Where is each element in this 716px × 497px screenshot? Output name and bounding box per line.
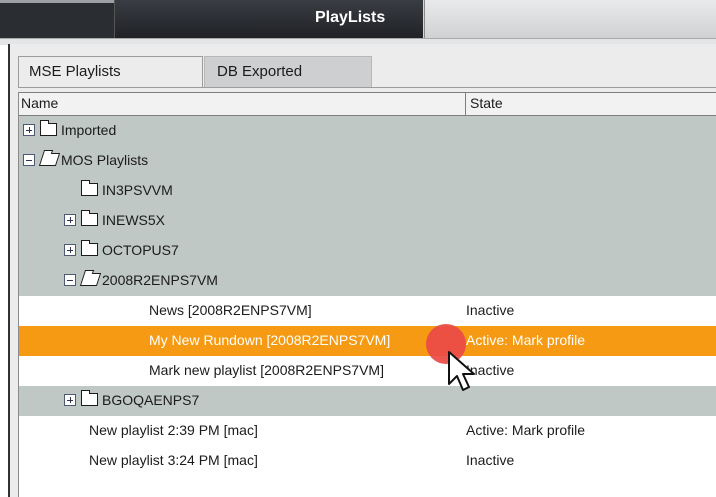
folder-open-icon xyxy=(38,153,61,166)
tree-row-2008r2enps7vm[interactable]: 2008R2ENPS7VM xyxy=(19,266,716,296)
row-label: OCTOPUS7 xyxy=(102,242,179,258)
playlists-panel: MSE Playlists DB Exported Name State Imp… xyxy=(8,44,716,497)
tab-divider xyxy=(18,87,716,88)
playlist-name: My New Rundown [2008R2ENPS7VM] xyxy=(149,332,391,348)
row-label: IN3PSVVM xyxy=(102,182,173,198)
row-label: 2008R2ENPS7VM xyxy=(102,272,218,288)
playlist-row[interactable]: News [2008R2ENPS7VM] Inactive xyxy=(19,296,716,326)
playlist-row[interactable]: New playlist 2:39 PM [mac] Active: Mark … xyxy=(19,416,716,446)
tree-row-in3psvvm[interactable]: IN3PSVVM xyxy=(19,176,716,206)
playlist-state: Active: Mark profile xyxy=(466,422,586,438)
folder-icon xyxy=(40,120,57,136)
header-right-pane xyxy=(424,0,716,38)
playlists-dropdown[interactable]: PlayLists xyxy=(114,0,504,38)
header-left-strip xyxy=(0,0,114,38)
playlist-tree-grid[interactable]: Name State Imported MOS Playlists IN3PSV… xyxy=(18,92,716,497)
folder-icon xyxy=(81,390,98,406)
column-separator[interactable] xyxy=(465,93,466,115)
playlist-name: Mark new playlist [2008R2ENPS7VM] xyxy=(149,362,384,378)
playlist-name: News [2008R2ENPS7VM] xyxy=(149,302,312,318)
grid-header: Name State xyxy=(19,92,716,116)
tree-row-mos-playlists[interactable]: MOS Playlists xyxy=(19,146,716,176)
expand-icon[interactable] xyxy=(64,214,76,226)
tab-db-exported[interactable]: DB Exported xyxy=(204,56,372,87)
row-label: INEWS5X xyxy=(102,212,166,228)
playlist-name: New playlist 2:39 PM [mac] xyxy=(89,422,258,438)
playlist-state: Active: Mark profile xyxy=(466,332,586,348)
tab-mse-playlists[interactable]: MSE Playlists xyxy=(18,56,203,87)
playlist-row[interactable]: Mark new playlist [2008R2ENPS7VM] Inacti… xyxy=(19,356,716,386)
row-label: MOS Playlists xyxy=(61,152,149,168)
row-label: BGOQAENPS7 xyxy=(102,392,200,408)
folder-open-icon xyxy=(79,273,102,286)
expand-icon[interactable] xyxy=(23,124,35,136)
folder-icon xyxy=(81,240,98,256)
folder-icon xyxy=(81,180,98,196)
mouse-pointer-icon xyxy=(448,351,475,391)
header-tab-stub xyxy=(0,0,114,3)
expand-icon[interactable] xyxy=(64,394,76,406)
tree-row-octopus7[interactable]: OCTOPUS7 xyxy=(19,236,716,266)
top-header: PlayLists xyxy=(0,0,716,45)
tree-row-imported[interactable]: Imported xyxy=(19,116,716,146)
tree-row-bgoqaenps7[interactable]: BGOQAENPS7 xyxy=(19,386,716,416)
folder-icon xyxy=(81,210,98,226)
playlist-state: Inactive xyxy=(466,302,515,318)
playlist-name: New playlist 3:24 PM [mac] xyxy=(89,452,258,468)
row-label: Imported xyxy=(61,122,117,138)
playlist-row-selected[interactable]: My New Rundown [2008R2ENPS7VM] Active: M… xyxy=(19,326,716,356)
playlists-title: PlayLists xyxy=(315,9,386,26)
column-header-state[interactable]: State xyxy=(470,95,503,111)
column-header-name[interactable]: Name xyxy=(21,95,58,111)
playlist-state: Inactive xyxy=(466,452,515,468)
tree-row-inews5x[interactable]: INEWS5X xyxy=(19,206,716,236)
collapse-icon[interactable] xyxy=(23,154,35,166)
playlist-row[interactable]: New playlist 3:24 PM [mac] Inactive xyxy=(19,446,716,476)
expand-icon[interactable] xyxy=(64,244,76,256)
collapse-icon[interactable] xyxy=(64,274,76,286)
